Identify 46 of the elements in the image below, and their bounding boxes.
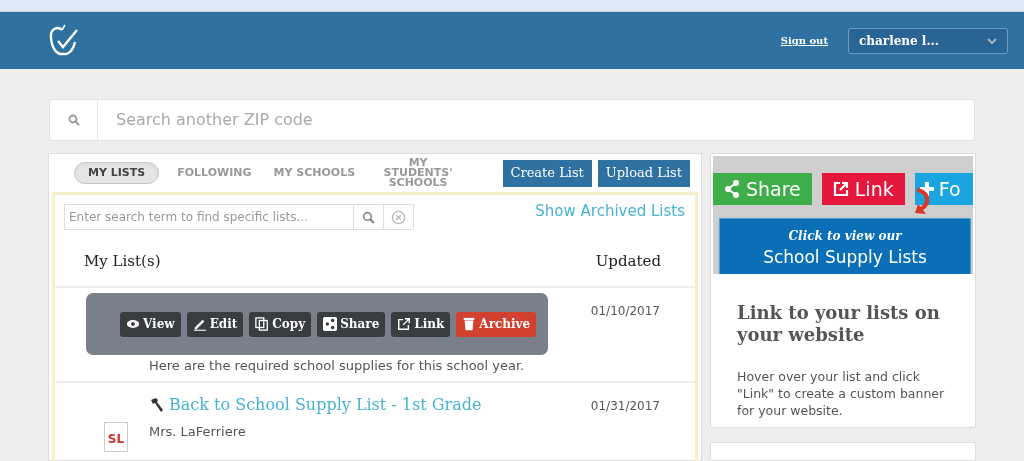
share-banner-button: Share — [713, 173, 812, 205]
promo-heading: Link to your lists on your website — [737, 302, 941, 346]
copy-icon — [255, 317, 270, 331]
list-tab[interactable]: MY SCHOOLS — [269, 168, 360, 178]
plus-icon — [918, 181, 935, 197]
search-icon — [67, 114, 80, 126]
external-link-icon — [832, 181, 849, 197]
sign-out-link[interactable]: Sign out — [780, 33, 828, 48]
row-action-button[interactable]: Share — [317, 311, 386, 337]
row-action-button[interactable]: Link — [391, 311, 451, 337]
row-action-button[interactable]: Edit — [186, 311, 244, 337]
chevron-down-icon — [987, 36, 997, 45]
clear-icon[interactable] — [391, 209, 406, 225]
zip-search-field[interactable]: Search another ZIP code — [98, 108, 974, 132]
updated-date: 01/31/2017 — [590, 398, 661, 415]
promo-text: Hover over your list and click "Link" to create a custom banner for your website. — [737, 368, 946, 419]
column-header: Updated — [595, 250, 661, 272]
list-tab[interactable]: MY LISTS — [74, 162, 160, 184]
share-icon — [723, 180, 740, 198]
row-action-button[interactable]: Copy — [249, 311, 312, 337]
follow-banner-button: Fo — [914, 173, 973, 205]
user-dropdown[interactable]: charlene l... — [848, 27, 1008, 54]
apple-check-logo[interactable] — [48, 23, 80, 58]
school-supply-banner: Click to view our School Supply Lists — [719, 218, 971, 274]
list-search-bar[interactable]: Enter search term to find specific lists... — [64, 204, 414, 230]
row-action-button[interactable]: View — [120, 311, 181, 337]
pencil-icon — [192, 317, 207, 331]
promo-banner[interactable]: Share Link Fo Click to view our School Supply Lists — [713, 156, 973, 274]
list-search-field[interactable]: Enter search term to find specific lists... — [65, 208, 353, 226]
share-icon — [323, 317, 338, 331]
eye-icon — [126, 317, 140, 331]
list-tab[interactable]: FOLLOWING — [173, 168, 256, 178]
list-description: Here are the required school supplies for this school year. — [149, 357, 526, 375]
row-action-button[interactable]: Archive — [456, 311, 537, 337]
external-link-icon — [397, 317, 412, 331]
document-icon: SL — [104, 421, 128, 452]
trash-icon — [462, 317, 477, 331]
action-button[interactable]: Create List — [502, 159, 592, 187]
search-icon[interactable] — [362, 210, 375, 224]
action-button[interactable]: Upload List — [597, 159, 690, 187]
list-tab[interactable]: MY STUDENTS' SCHOOLS — [373, 158, 464, 188]
column-header: My List(s) — [84, 250, 161, 272]
list-author: Mrs. LaFerriere — [149, 423, 247, 441]
updated-date: 01/10/2017 — [590, 303, 661, 320]
link-banner-button: Link — [821, 173, 905, 205]
search-bar[interactable]: Search another ZIP code — [49, 99, 975, 141]
